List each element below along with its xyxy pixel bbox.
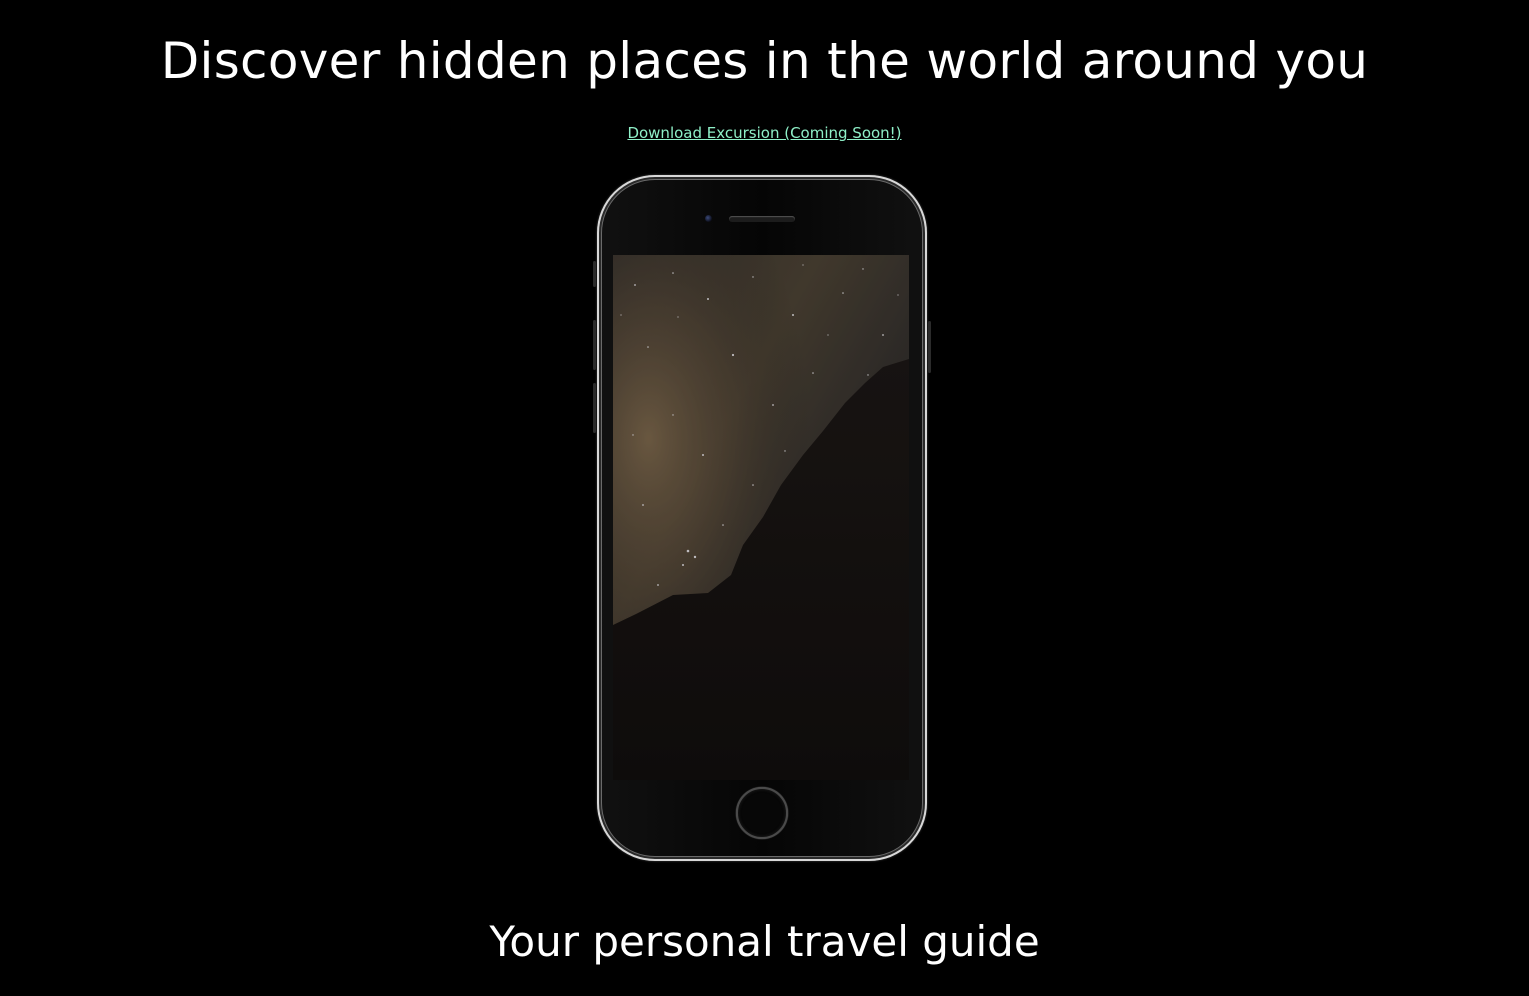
volume-up-button [593,320,596,370]
night-sky-image [613,255,909,780]
earpiece-speaker [729,216,795,222]
download-excursion-link[interactable]: Download Excursion (Coming Soon!) [627,124,901,142]
page-tagline: Your personal travel guide [489,917,1040,966]
power-button [928,321,931,373]
phone-screen-image [613,255,909,780]
phone-mockup [593,175,931,861]
volume-down-button [593,383,596,433]
page-headline: Discover hidden places in the world arou… [160,32,1369,90]
front-camera-icon [705,215,712,222]
home-button-icon [736,787,788,839]
download-link-container: Download Excursion (Coming Soon!) [0,122,1529,144]
mute-switch [593,261,596,287]
